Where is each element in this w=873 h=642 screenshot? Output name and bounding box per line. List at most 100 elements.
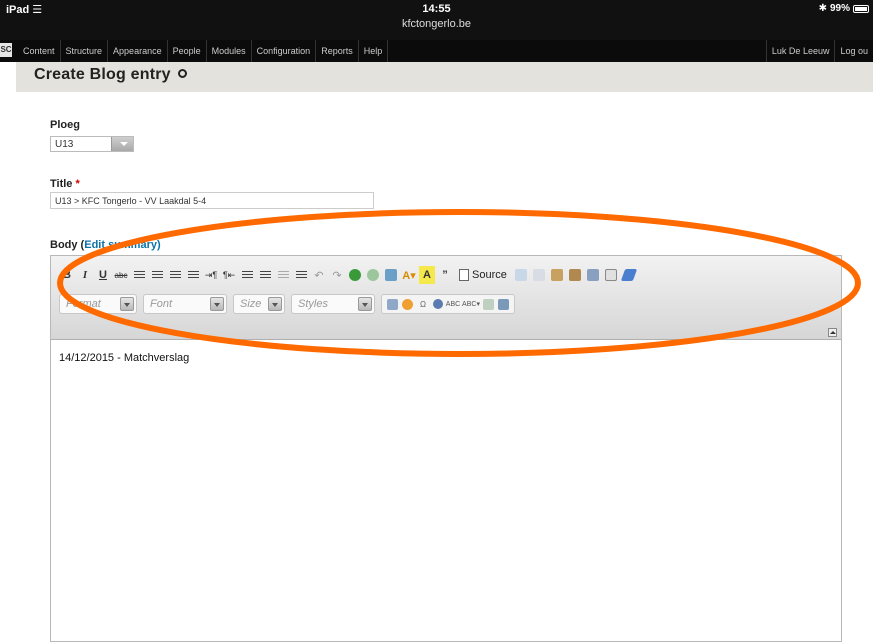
link-button[interactable] [347,266,363,284]
url-label[interactable]: kfctongerlo.be [0,18,873,30]
bulleted-list-button[interactable] [239,266,255,284]
unlink-button[interactable] [365,266,381,284]
align-center-icon [151,270,163,280]
eraser-icon [620,269,638,281]
smiley-icon[interactable] [402,298,413,310]
italic-button[interactable]: I [77,266,93,284]
admin-menu-configuration[interactable]: Configuration [252,40,317,62]
admin-menu-structure[interactable]: Structure [61,40,109,62]
undo-button[interactable]: ↶ [311,266,327,284]
numbered-list-icon [259,270,271,280]
image-button[interactable] [383,266,399,284]
spellcheck-icon[interactable]: ABC [446,295,460,313]
body-label: Body ( [50,239,85,251]
size-combo[interactable]: Size [233,294,285,314]
redo-button[interactable]: ↷ [329,266,345,284]
bold-button[interactable]: B [59,266,75,284]
editor-toolbar-row-1: B I U abc ⇥¶ ¶⇤ ↶ ↷ A▾ A ” Source [59,264,638,286]
editor-toolbar-row-2: Format Font Size Styles Ω ABC ABC▾ [59,292,515,316]
find-button[interactable] [603,266,619,284]
background-color-button[interactable]: A [419,266,435,284]
user-link[interactable]: Luk De Leeuw [765,40,835,62]
admin-menu-help[interactable]: Help [359,40,389,62]
text-color-button[interactable]: A▾ [401,266,417,284]
copy-icon [532,269,545,281]
table-icon[interactable] [387,298,398,310]
paste-icon [550,269,563,281]
editor-content-area[interactable]: 14/12/2015 - Matchverslag [59,352,829,632]
ltr-button[interactable]: ⇥¶ [203,266,219,284]
format-placeholder: Format [66,298,101,310]
outdent-button[interactable] [275,266,291,284]
body-label-close: ) [156,239,161,251]
admin-menu-appearance[interactable]: Appearance [108,40,168,62]
ios-status-bar: iPad ☰ 14:55 kfctongerlo.be ✱ 99% [0,0,873,40]
size-placeholder: Size [240,298,262,310]
rtl-button[interactable]: ¶⇤ [221,266,237,284]
link-icon [349,269,361,281]
align-left-icon [133,270,145,280]
ploeg-selected-value: U13 [55,139,74,150]
font-combo[interactable]: Font [143,294,227,314]
page-title: Create Blog entry [34,66,171,83]
format-combo[interactable]: Format [59,294,137,314]
underline-button[interactable]: U [95,266,111,284]
editor-content-text: 14/12/2015 - Matchverslag [59,352,190,364]
page-title-wrap: Create Blog entry [34,66,187,84]
source-button[interactable]: Source [455,269,511,281]
chevron-down-icon [120,297,134,311]
body-label-wrap: Body (Edit summary) [50,239,161,251]
paste-text-icon [568,269,581,281]
remove-format-button[interactable] [620,266,638,284]
source-label: Source [472,269,507,281]
paste-text-button[interactable] [567,266,583,284]
blockquote-button[interactable]: ” [437,266,453,284]
clock: 14:55 [422,3,451,15]
strikethrough-button[interactable]: abc [113,266,129,284]
iframe-icon[interactable] [433,299,443,309]
admin-logo[interactable]: SC [0,43,12,57]
image-icon [385,269,397,281]
admin-menu-people[interactable]: People [168,40,207,62]
chevron-down-icon [210,297,224,311]
paste-button[interactable] [549,266,565,284]
battery-status: ✱ 99% [819,3,869,14]
collapse-toolbar-button[interactable] [828,328,837,337]
outdent-icon [277,270,289,280]
unlink-icon [367,269,379,281]
styles-placeholder: Styles [298,298,328,310]
admin-menu: Content Structure Appearance People Modu… [18,40,389,62]
numbered-list-button[interactable] [257,266,273,284]
copy-button[interactable] [531,266,547,284]
indent-icon [295,270,307,280]
editor-toolbar: B I U abc ⇥¶ ¶⇤ ↶ ↷ A▾ A ” Source Format… [51,256,841,340]
ploeg-select[interactable]: U13 [50,136,134,152]
shortcut-icon[interactable] [177,69,187,79]
title-input[interactable]: U13 > KFC Tongerlo - VV Laakdal 5-4 [50,192,374,209]
align-left-button[interactable] [131,266,147,284]
paste-word-button[interactable] [585,266,601,284]
indent-button[interactable] [293,266,309,284]
anchor-icon[interactable] [483,298,494,310]
edit-summary-link[interactable]: Edit summary [84,239,157,251]
admin-menu-reports[interactable]: Reports [316,40,359,62]
source-icon [459,269,469,281]
align-right-button[interactable] [167,266,183,284]
cut-icon [514,269,527,281]
admin-menu-modules[interactable]: Modules [207,40,252,62]
spellcheck-as-you-type-icon[interactable]: ABC▾ [462,295,480,313]
title-label: Title [50,178,73,190]
bulleted-list-icon [241,270,253,280]
bluetooth-icon: ✱ [818,3,827,14]
special-char-icon[interactable]: Ω [417,295,429,313]
justify-button[interactable] [185,266,201,284]
admin-menu-content[interactable]: Content [18,40,61,62]
logout-link[interactable]: Log ou [834,40,873,62]
rich-text-editor: B I U abc ⇥¶ ¶⇤ ↶ ↷ A▾ A ” Source Format… [50,255,842,642]
styles-combo[interactable]: Styles [291,294,375,314]
cut-button[interactable] [513,266,529,284]
media-icon[interactable] [498,298,509,310]
battery-percent: 99% [829,3,850,14]
admin-user-menu: Luk De Leeuw Log ou [765,40,873,62]
align-center-button[interactable] [149,266,165,284]
